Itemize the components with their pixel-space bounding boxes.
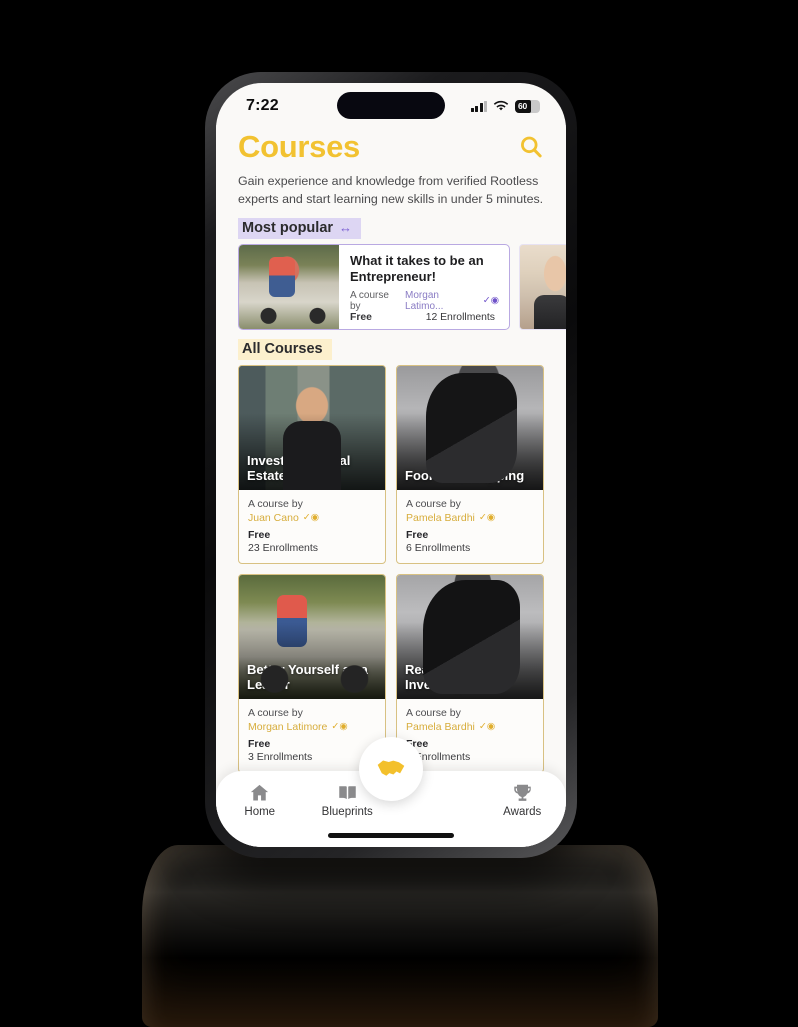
course-title: Fool Proof Flipping: [405, 468, 525, 484]
course-card[interactable]: Real Estate Investing 101 A course by Pa…: [396, 573, 544, 773]
horizontal-arrows-icon: ↔: [339, 220, 353, 236]
status-bar-indicators: 60: [470, 99, 540, 113]
section-header-all-courses: All Courses: [216, 330, 566, 365]
course-thumbnail: Fool Proof Flipping: [397, 365, 543, 490]
featured-course-info: What it takes to be an Entrepreneur! A c…: [339, 245, 509, 329]
featured-course-card-next[interactable]: [519, 243, 566, 330]
featured-course-author-row: A course by Morgan Latimo... ✓◉: [350, 290, 499, 312]
featured-course-card[interactable]: What it takes to be an Entrepreneur! A c…: [238, 243, 510, 330]
search-icon[interactable]: [518, 134, 544, 160]
course-card[interactable]: Fool Proof Flipping A course by Pamela B…: [396, 364, 544, 564]
course-info: A course by Pamela Bardhi ✓◉ Free 6 Enro…: [397, 490, 543, 563]
course-price: Free: [406, 528, 429, 541]
tab-home-label: Home: [244, 806, 276, 818]
featured-course-thumbnail: [239, 244, 339, 329]
most-popular-tag: Most popular ↔: [238, 217, 362, 239]
course-title: Better Yourself as a Leader: [247, 661, 368, 693]
verified-badge-icon: ✓◉: [302, 512, 320, 524]
app-content: Courses Gain experience and knowledge fr…: [216, 125, 566, 847]
course-title: Real Estate Investing 101: [405, 661, 488, 693]
page-title: Courses: [238, 129, 360, 164]
book-icon: [339, 786, 356, 800]
course-author-row[interactable]: Pamela Bardhi ✓◉: [406, 721, 534, 733]
most-popular-label: Most popular: [242, 219, 334, 236]
tab-awards[interactable]: Awards: [479, 782, 567, 818]
course-card[interactable]: Investing in Real Estate A course by Jua…: [238, 364, 386, 564]
course-author: Pamela Bardhi: [406, 511, 475, 524]
course-enrollments: 6 Enrollments: [406, 750, 471, 763]
course-by-label: A course by: [406, 706, 461, 719]
phone-device-frame: 7:22 60 Courses Gain experience and know…: [205, 72, 577, 858]
course-enrollments: 23 Enrollments: [248, 541, 319, 554]
course-price: Free: [248, 737, 271, 750]
tab-home[interactable]: Home: [216, 782, 304, 818]
featured-course-title: What it takes to be an Entrepreneur!: [350, 252, 484, 284]
verified-badge-icon: ✓◉: [478, 512, 496, 524]
verified-badge-icon: ✓◉: [478, 721, 496, 733]
tab-awards-label: Awards: [503, 806, 542, 818]
course-card[interactable]: Better Yourself as a Leader A course by …: [238, 573, 386, 773]
handshake-fab-button[interactable]: [359, 737, 423, 801]
course-author: Pamela Bardhi: [406, 720, 475, 733]
status-bar: 7:22 60: [216, 83, 566, 125]
course-author: Juan Cano: [248, 511, 299, 524]
course-author-row[interactable]: Juan Cano ✓◉: [248, 512, 376, 524]
course-thumbnail: Investing in Real Estate: [239, 365, 385, 490]
course-thumbnail: Better Yourself as a Leader: [239, 574, 385, 699]
handshake-icon: [377, 760, 405, 776]
wifi-icon: [493, 100, 509, 111]
featured-course-meta: Free 12 Enrollments: [350, 312, 499, 323]
page-description: Gain experience and knowledge from verif…: [238, 174, 544, 206]
battery-icon: 60: [515, 99, 540, 113]
featured-course-by-label: A course by: [350, 289, 389, 312]
course-title: Investing in Real Estate: [247, 452, 351, 484]
course-price: Free: [406, 737, 429, 750]
all-courses-grid: Investing in Real Estate A course by Jua…: [216, 364, 566, 773]
all-courses-label: All Courses: [242, 340, 323, 357]
course-info: A course by Juan Cano ✓◉ Free 23 Enrollm…: [239, 490, 385, 563]
course-enrollments: 6 Enrollments: [406, 541, 471, 554]
course-by-label: A course by: [248, 706, 303, 719]
all-courses-tag: All Courses: [238, 338, 332, 360]
home-icon: [251, 784, 269, 801]
battery-level-label: 60: [518, 101, 528, 111]
verified-badge-icon: ✓◉: [331, 721, 348, 733]
section-header-most-popular: Most popular ↔: [216, 209, 566, 244]
featured-course-author[interactable]: Morgan Latimo...: [405, 290, 480, 312]
cellular-bars-icon: [470, 100, 487, 112]
status-bar-clock: 7:22: [246, 97, 279, 114]
featured-course-enrollments: 12 Enrollments: [425, 311, 495, 323]
course-by-label: A course by: [406, 497, 461, 510]
verified-badge-icon: ✓◉: [482, 295, 499, 307]
wooden-phone-stand: [142, 845, 658, 1027]
trophy-icon: [514, 784, 531, 801]
phone-screen: 7:22 60 Courses Gain experience and know…: [216, 83, 566, 847]
course-author-row[interactable]: Pamela Bardhi ✓◉: [406, 512, 534, 524]
course-enrollments: 3 Enrollments: [248, 750, 313, 763]
page-header: Courses: [216, 125, 566, 165]
tab-blueprints-label: Blueprints: [321, 806, 373, 818]
home-indicator: [328, 833, 454, 838]
dynamic-island: [337, 92, 445, 119]
course-by-label: A course by: [248, 497, 303, 510]
featured-carousel[interactable]: What it takes to be an Entrepreneur! A c…: [216, 243, 566, 330]
course-thumbnail: Real Estate Investing 101: [397, 574, 543, 699]
course-author-row[interactable]: Morgan Latimore ✓◉: [248, 721, 376, 733]
course-price: Free: [248, 528, 271, 541]
featured-course-price: Free: [350, 311, 372, 323]
course-author: Morgan Latimore: [248, 720, 328, 733]
